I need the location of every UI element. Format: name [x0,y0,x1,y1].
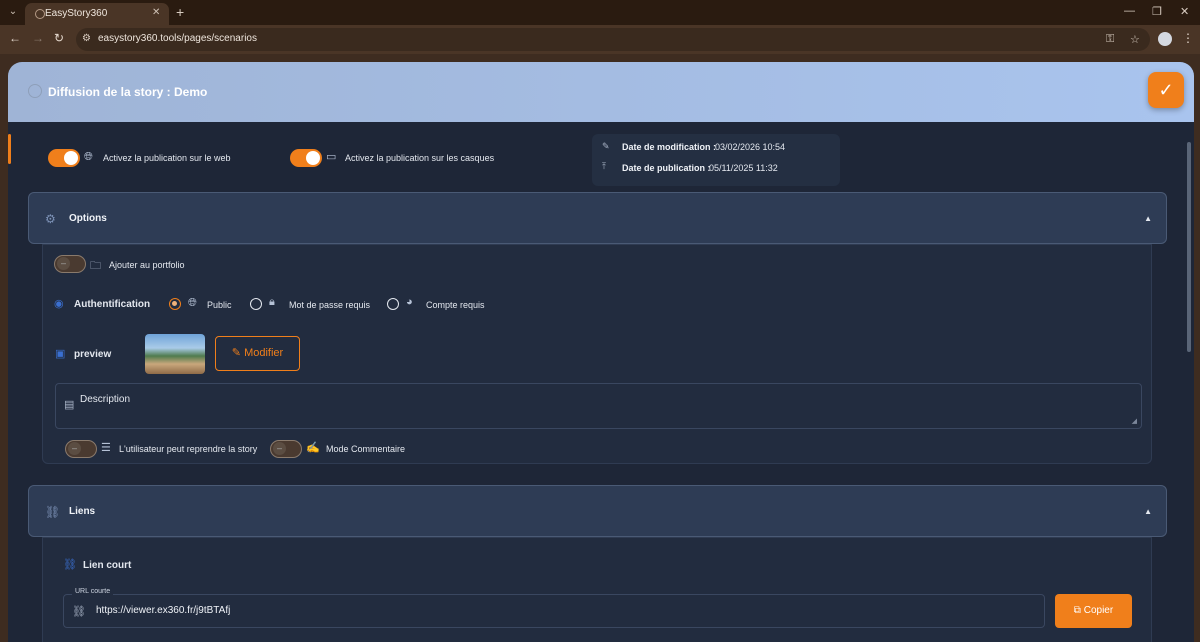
auth-radio-password[interactable] [250,298,262,310]
options-panel: 🗀︎ Ajouter au portfolio ◉ Authentificati… [42,244,1152,464]
edit-icon: ✎ [602,141,610,151]
new-tab-icon[interactable]: + [176,4,184,20]
short-url-field[interactable]: URL courte ⛓ https://viewer.ex360.fr/j9t… [63,588,1045,628]
scrollbar[interactable] [1186,128,1192,642]
headset-publish-toggle[interactable] [290,149,322,167]
short-link-title: Lien court [83,560,132,571]
profile-avatar[interactable] [1158,32,1172,46]
copy-icon: ⧉ [1073,605,1081,616]
collapse-caret-icon[interactable]: ▲ [1144,214,1152,223]
auth-option-account: Compte requis [426,300,485,310]
resume-story-label: L'utilisateur peut reprendre la story [119,444,258,454]
comment-mode-toggle[interactable] [270,440,302,458]
portfolio-label: Ajouter au portfolio [109,260,185,270]
browser-tab-bar: ⌄ EasyStory360 ✕ + — ❐ ✕ [0,0,1200,25]
auth-label: Authentification [74,299,151,310]
options-title: Options [69,213,107,224]
list-icon: ☰ [101,442,111,454]
eye-icon: ◉ [54,298,64,310]
resize-handle-icon[interactable]: ◢ [1132,417,1137,425]
maximize-icon[interactable]: ❐ [1152,5,1162,18]
modal-title: Diffusion de la story : Demo [48,85,208,99]
minimize-icon[interactable]: — [1124,5,1135,17]
link-icon: ⛓ [72,606,86,618]
close-window-icon[interactable]: ✕ [1180,5,1189,18]
published-date-label: Date de publication : [622,163,711,173]
page-background: Diffusion de la story : Demo ✓ 🌐︎ Active… [0,54,1200,642]
auth-radio-public[interactable] [169,298,181,310]
short-url-label: URL courte [72,588,114,595]
description-placeholder: Description [80,394,131,405]
modal-header: Diffusion de la story : Demo ✓ [8,62,1194,122]
description-field[interactable]: ▤ Description ◢ [55,383,1142,429]
modified-date-label: Date de modification : [622,142,717,152]
publish-icon: ⤒ [602,161,606,171]
publish-modal: Diffusion de la story : Demo ✓ 🌐︎ Active… [8,62,1194,642]
bookmark-star-icon[interactable]: ☆ [1130,33,1140,46]
link-icon: ⛓ [45,505,61,519]
web-publish-toggle[interactable] [48,149,80,167]
resume-story-toggle[interactable] [65,440,97,458]
auth-option-public: Public [207,300,232,310]
forward-icon[interactable]: → [32,31,44,45]
image-icon: ▣ [55,348,66,360]
password-key-icon[interactable]: ⚿ [1106,33,1114,46]
confirm-button[interactable]: ✓ [1148,72,1184,108]
browser-tab[interactable]: EasyStory360 ✕ [25,3,169,25]
short-url-value: https://viewer.ex360.fr/j9tBTAfj [96,605,231,616]
scroll-indicator [8,134,11,164]
tab-title: EasyStory360 [45,8,108,19]
headset-publish-label: Activez la publication sur les casques [345,153,495,163]
browser-toolbar: ← → ↻ ⚙ easystory360.tools/pages/scenari… [0,25,1200,54]
gear-icon: ⚙ [45,212,56,226]
auth-option-password: Mot de passe requis [289,300,371,310]
globe-icon: 🌐︎ [188,297,197,309]
link-icon: ⛓ [63,559,77,571]
tab-search-icon[interactable]: ⌄ [6,5,20,19]
preview-thumbnail[interactable] [145,334,205,374]
links-panel: ⛓ Lien court URL courte ⛓ https://viewer… [42,537,1152,642]
preview-label: preview [74,349,112,360]
browser-menu-icon[interactable]: ⋮ [1182,31,1194,45]
copy-button[interactable]: ⧉ Copier [1055,594,1132,628]
auth-radio-account[interactable] [387,298,399,310]
folder-add-icon: 🗀︎ [90,260,101,272]
links-section-header[interactable]: ⛓ Liens ▲ [28,485,1167,537]
devices-icon: ▭ [326,151,337,163]
favicon-icon [35,9,45,19]
published-date-value: 05/11/2025 11:32 [709,163,778,173]
modify-button-label: Modifier [244,347,284,359]
pencil-icon: ✎ [231,347,242,359]
back-icon[interactable]: ← [9,31,21,45]
reload-icon[interactable]: ↻ [54,31,64,45]
globe-icon [28,84,42,98]
document-icon: ▤ [64,399,75,411]
site-info-icon[interactable]: ⚙ [82,33,91,44]
options-section-header[interactable]: ⚙ Options ▲ [28,192,1167,244]
check-icon: ✓ [1158,80,1174,100]
lock-icon: 🔒︎ [269,296,275,308]
dates-info-box: ✎ Date de modification : 03/02/2026 10:5… [592,134,840,186]
close-tab-icon[interactable]: ✕ [152,7,160,18]
portfolio-toggle[interactable] [54,255,86,273]
account-circle-icon: ◕ [406,296,413,308]
comment-mode-label: Mode Commentaire [326,444,406,454]
modify-preview-button[interactable]: ✎ Modifier [215,336,300,371]
web-publish-label: Activez la publication sur le web [103,153,231,163]
collapse-caret-icon[interactable]: ▲ [1144,507,1152,516]
scrollbar-thumb[interactable] [1187,142,1191,352]
url-text: easystory360.tools/pages/scenarios [98,33,257,44]
comment-icon: ✍ [306,442,320,454]
globe-icon: 🌐︎ [84,151,93,163]
address-bar[interactable]: ⚙ easystory360.tools/pages/scenarios ⚿ ☆ [76,28,1150,51]
links-title: Liens [69,506,96,517]
modified-date-value: 03/02/2026 10:54 [715,142,786,152]
copy-button-label: Copier [1083,605,1114,616]
